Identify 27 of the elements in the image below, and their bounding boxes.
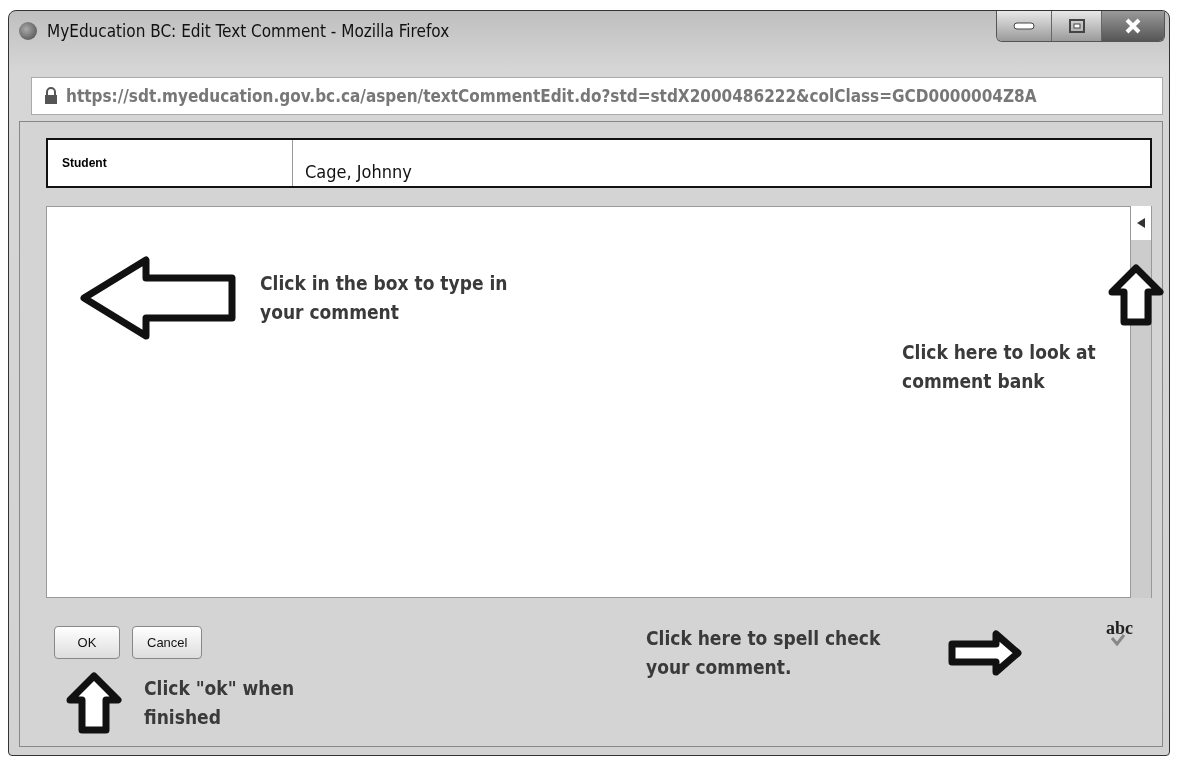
minimize-icon [1013,22,1035,30]
student-name: Cage, Johnny [304,160,413,184]
maximize-button[interactable] [1052,11,1102,41]
browser-logo-icon [19,22,37,40]
minimize-button[interactable] [997,11,1052,41]
comment-input[interactable] [46,206,1131,598]
right-arrow-icon [948,630,1022,676]
left-arrow-icon [80,254,238,342]
comment-bank-button[interactable] [1131,206,1151,240]
close-icon [1124,18,1142,34]
close-button[interactable] [1102,11,1164,41]
up-arrow-icon [1108,264,1164,326]
maximize-icon [1068,19,1085,33]
up-arrow-icon [66,672,122,734]
hint-text: Click "ok" when finished [144,676,296,730]
spell-check-button[interactable]: abc [1104,616,1142,658]
cancel-button[interactable]: Cancel [132,626,203,659]
hint-text: Click here to spell check your comment. [646,626,882,680]
ok-button[interactable]: OK [54,626,120,659]
checkmark-icon [1110,634,1126,646]
window-title: MyEducation BC: Edit Text Comment - Mozilla Firefox [47,21,451,41]
hint-text: Click here to look at comment bank [902,340,1097,394]
hint-text: Click in the box to type in your comment [260,271,509,325]
url-text: https://sdt.myeducation.gov.bc.ca/aspen/textCommentEdit.do?std=stdX2000486222&colClass=GCD0000004Z8A [66,86,1037,106]
triangle-left-icon [1137,218,1145,228]
address-bar[interactable]: https://sdt.myeducation.gov.bc.ca/aspen/textCommentEdit.do?std=stdX2000486222&colClass=GCD0000004Z8A [31,77,1163,115]
lock-icon [44,87,58,105]
